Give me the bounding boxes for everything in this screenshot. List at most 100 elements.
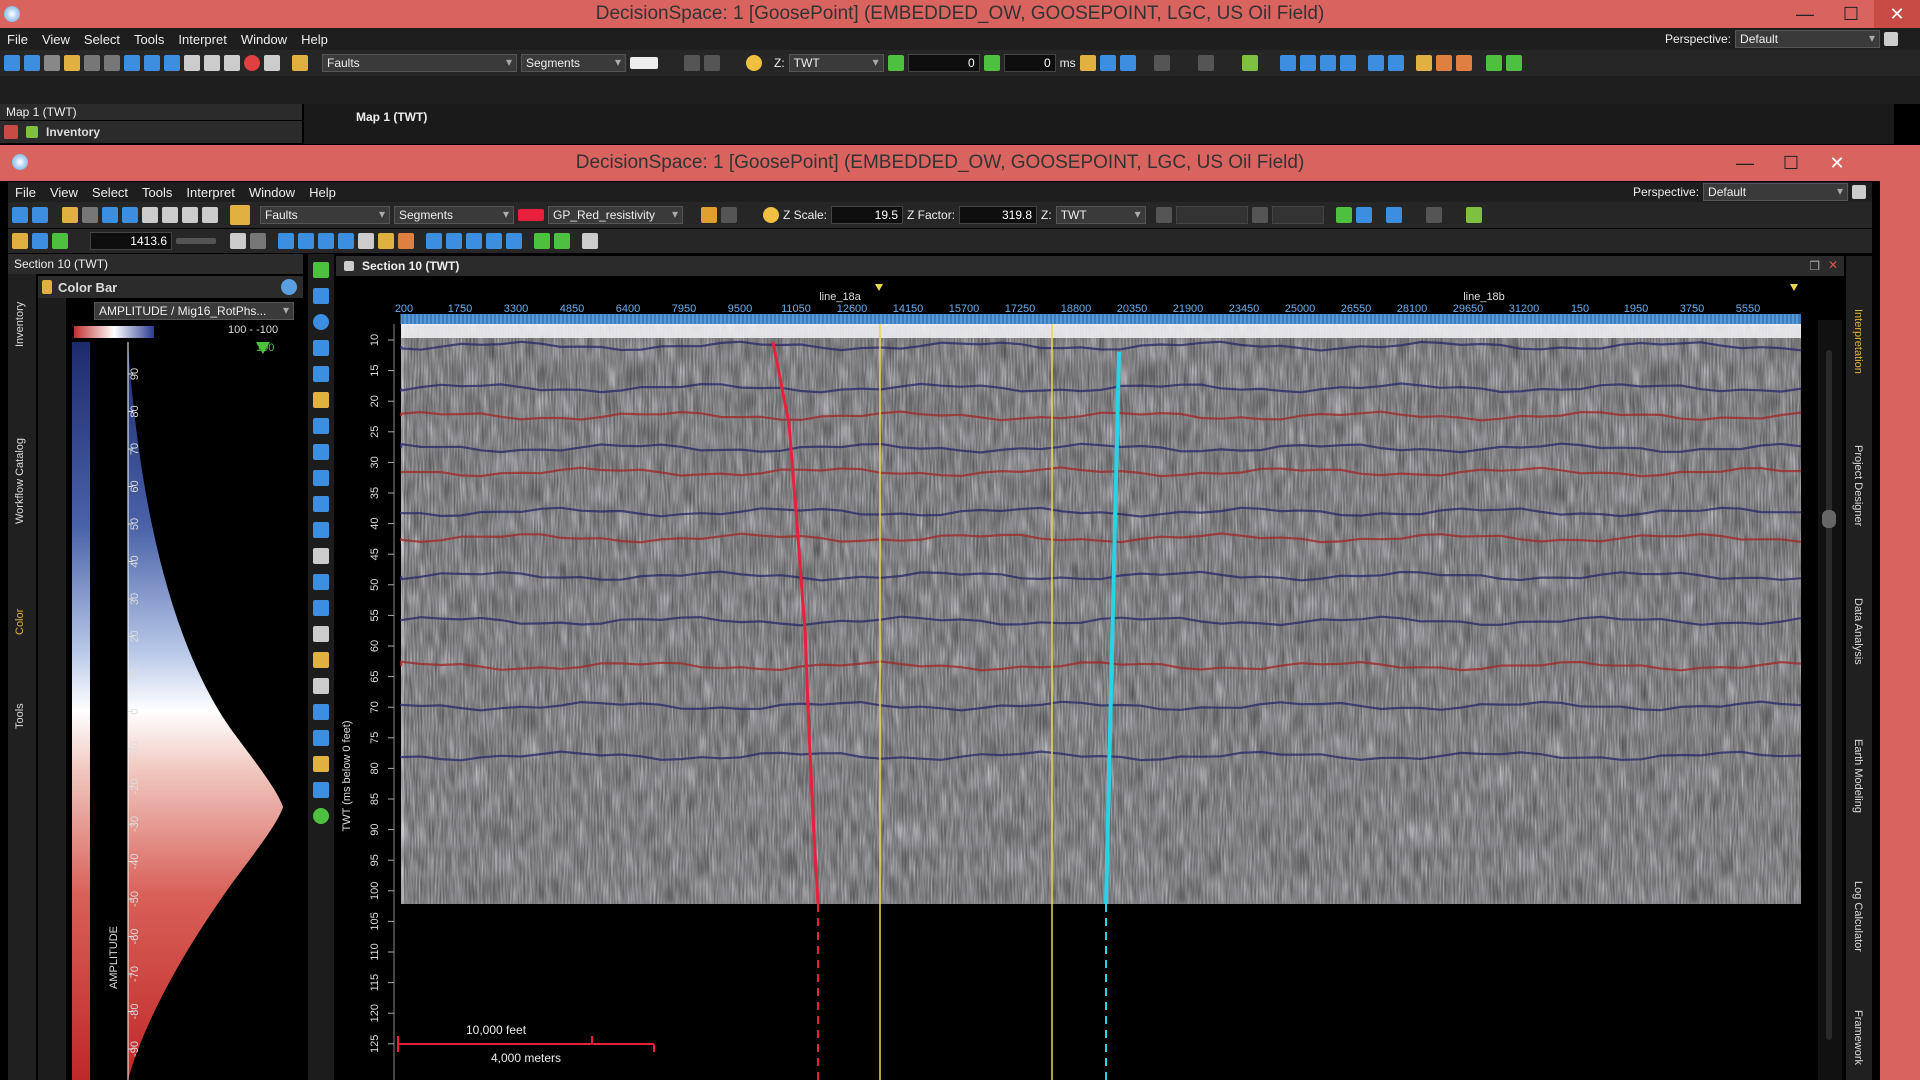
tool-icon[interactable]: [244, 55, 260, 71]
tool-icon[interactable]: [1505, 55, 1522, 71]
tool-icon[interactable]: [144, 55, 160, 71]
tool-icon[interactable]: [466, 233, 482, 249]
tab-framework[interactable]: Framework: [1852, 996, 1864, 1080]
menu-help[interactable]: Help: [302, 185, 343, 200]
z-domain-select[interactable]: TWT: [1055, 206, 1146, 224]
menu-interpret[interactable]: Interpret: [179, 185, 241, 200]
tool-icon[interactable]: [64, 55, 80, 71]
tool-icon[interactable]: [313, 418, 329, 434]
tool-icon[interactable]: [32, 233, 48, 249]
tool-icon[interactable]: [313, 470, 329, 486]
tool-icon[interactable]: [1319, 55, 1336, 71]
tool-icon[interactable]: [313, 392, 329, 408]
tool-icon[interactable]: [1197, 55, 1214, 71]
segments-select[interactable]: Segments: [521, 54, 626, 72]
tool-icon[interactable]: [313, 782, 329, 798]
tool-icon[interactable]: [162, 207, 178, 223]
tool-icon[interactable]: [313, 600, 329, 616]
depth-field[interactable]: 1413.6: [90, 232, 172, 250]
tool-icon[interactable]: [204, 55, 220, 71]
tool-icon[interactable]: [4, 55, 20, 71]
faults-select[interactable]: Faults: [322, 54, 517, 72]
close-icon[interactable]: ✕: [1828, 258, 1838, 272]
tab-tools[interactable]: Tools: [14, 679, 26, 754]
restore-icon[interactable]: ❐: [1809, 259, 1820, 273]
z-domain-select[interactable]: TWT: [788, 54, 884, 72]
color-swatch-icon[interactable]: [630, 57, 658, 69]
tool-icon[interactable]: [62, 207, 78, 223]
tool-icon[interactable]: [313, 340, 329, 356]
tool-icon[interactable]: [338, 233, 354, 249]
tool-icon[interactable]: [124, 55, 140, 71]
menu-select[interactable]: Select: [85, 185, 135, 200]
redo-icon[interactable]: [704, 55, 720, 71]
pencil-icon[interactable]: [292, 55, 308, 71]
tool-icon[interactable]: [313, 366, 329, 382]
sun-icon[interactable]: [763, 207, 779, 223]
menu-view[interactable]: View: [35, 32, 77, 47]
tool-icon[interactable]: [44, 55, 60, 71]
menu-tools[interactable]: Tools: [135, 185, 179, 200]
tool-icon[interactable]: [1435, 55, 1452, 71]
undo-icon[interactable]: [684, 55, 700, 71]
tool-icon[interactable]: [313, 730, 329, 746]
colorbar-attribute-select[interactable]: AMPLITUDE / Mig16_RotPhs...: [94, 302, 294, 320]
seismic-section[interactable]: 200 1750 3300 4850 6400 7950 9500 11050 12600 141…: [336, 276, 1844, 1080]
tool-icon[interactable]: [24, 55, 40, 71]
tool-icon[interactable]: [506, 233, 522, 249]
back-inventory-tab[interactable]: Inventory: [0, 121, 302, 143]
tool-icon[interactable]: [32, 207, 48, 223]
tool-icon[interactable]: [1485, 55, 1502, 71]
menu-select[interactable]: Select: [77, 32, 127, 47]
tool-icon[interactable]: [426, 233, 442, 249]
tool-icon[interactable]: [1299, 55, 1316, 71]
tab-earth-modeling[interactable]: Earth Modeling: [1852, 716, 1864, 836]
tool-icon[interactable]: [313, 704, 329, 720]
tool-icon[interactable]: [250, 233, 266, 249]
tool-icon[interactable]: [122, 207, 138, 223]
tool-icon[interactable]: [1425, 207, 1442, 223]
tool-icon[interactable]: [164, 55, 180, 71]
tool-icon[interactable]: [313, 678, 329, 694]
tool-icon[interactable]: [12, 233, 28, 249]
play-back-icon[interactable]: [887, 55, 904, 71]
tool-icon[interactable]: [313, 496, 329, 512]
tool-icon[interactable]: [224, 55, 240, 71]
tool-icon[interactable]: [1455, 55, 1472, 71]
tool-icon[interactable]: [1153, 55, 1170, 71]
tool-icon[interactable]: [278, 233, 294, 249]
tab-workflow-catalog[interactable]: Workflow Catalog: [14, 419, 26, 544]
menu-window[interactable]: Window: [234, 32, 294, 47]
redo-icon[interactable]: [721, 207, 737, 223]
tool-icon[interactable]: [313, 444, 329, 460]
tool-icon[interactable]: [1387, 55, 1404, 71]
top-marker-icon[interactable]: [256, 342, 270, 354]
tool-icon[interactable]: [313, 522, 329, 538]
tool-icon[interactable]: [84, 55, 100, 71]
play-forward-icon[interactable]: [1251, 207, 1268, 223]
maximize-icon[interactable]: ☐: [1828, 0, 1874, 28]
tool-icon[interactable]: [12, 207, 28, 223]
tab-interpretation[interactable]: Interpretation: [1852, 286, 1864, 396]
pencil-icon[interactable]: [230, 205, 250, 225]
tool-icon[interactable]: [554, 233, 570, 249]
tool-icon[interactable]: [313, 652, 329, 668]
time-field-2[interactable]: 0: [1003, 54, 1056, 72]
tool-icon[interactable]: [486, 233, 502, 249]
z-scale-field[interactable]: 19.5: [831, 206, 904, 224]
menu-interpret[interactable]: Interpret: [171, 32, 233, 47]
tool-icon[interactable]: [1099, 55, 1116, 71]
tool-icon[interactable]: [313, 288, 329, 304]
perspective-icon[interactable]: [1852, 185, 1867, 199]
perspective-icon[interactable]: [1884, 32, 1899, 46]
tool-icon[interactable]: [1367, 55, 1384, 71]
close-icon[interactable]: ✕: [1814, 145, 1860, 181]
time-field-1[interactable]: 0: [907, 54, 980, 72]
play-forward-icon[interactable]: [983, 55, 1000, 71]
sun-icon[interactable]: [746, 55, 762, 71]
perspective-select[interactable]: Default: [1703, 183, 1849, 201]
segments-select[interactable]: Segments: [394, 206, 514, 224]
tab-log-calculator[interactable]: Log Calculator: [1852, 856, 1864, 976]
tool-icon[interactable]: [313, 262, 329, 278]
tool-icon[interactable]: [264, 55, 280, 71]
